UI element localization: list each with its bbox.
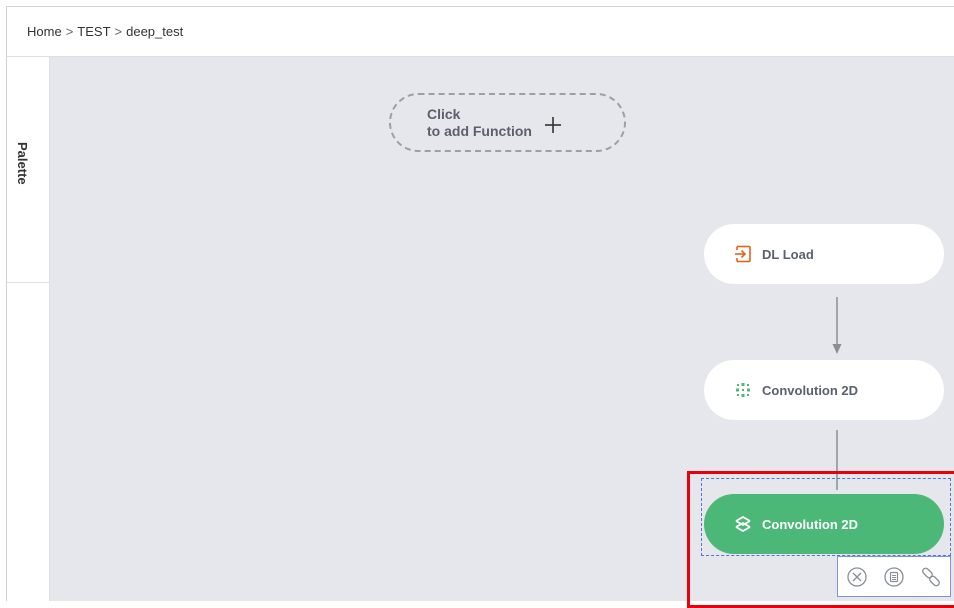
node-label: DL Load (762, 247, 814, 262)
add-function-line1: Click (427, 106, 532, 123)
flow-canvas[interactable]: Click to add Function DL Load (50, 57, 954, 601)
layers-icon (734, 515, 752, 533)
node-label: Convolution 2D (762, 383, 858, 398)
node-label: Convolution 2D (762, 517, 858, 532)
palette-panel: Palette (7, 57, 50, 601)
node-toolbar (837, 556, 951, 597)
add-function-line2: to add Function (427, 123, 532, 140)
plus-icon (544, 116, 562, 134)
app-frame: Home > TEST > deep_test Palette Click to… (6, 6, 954, 601)
breadcrumb-separator: > (66, 24, 74, 39)
connector-arrow (831, 297, 843, 355)
breadcrumb-current: deep_test (126, 24, 183, 39)
copy-icon[interactable] (883, 566, 905, 588)
convolution-icon (734, 381, 752, 399)
palette-tab[interactable]: Palette (7, 57, 50, 283)
node-convolution-2d[interactable]: Convolution 2D (704, 360, 944, 420)
node-convolution-2d-selected[interactable]: Convolution 2D (704, 494, 944, 554)
breadcrumb-home[interactable]: Home (27, 24, 62, 39)
breadcrumb-separator: > (115, 24, 123, 39)
link-icon[interactable] (920, 566, 942, 588)
add-function-label: Click to add Function (427, 106, 532, 140)
breadcrumb: Home > TEST > deep_test (7, 7, 954, 57)
delete-icon[interactable] (846, 566, 868, 588)
palette-label: Palette (15, 142, 30, 185)
node-dl-load[interactable]: DL Load (704, 224, 944, 284)
add-function-button[interactable]: Click to add Function (389, 93, 626, 152)
breadcrumb-test[interactable]: TEST (77, 24, 110, 39)
load-icon (734, 245, 752, 263)
